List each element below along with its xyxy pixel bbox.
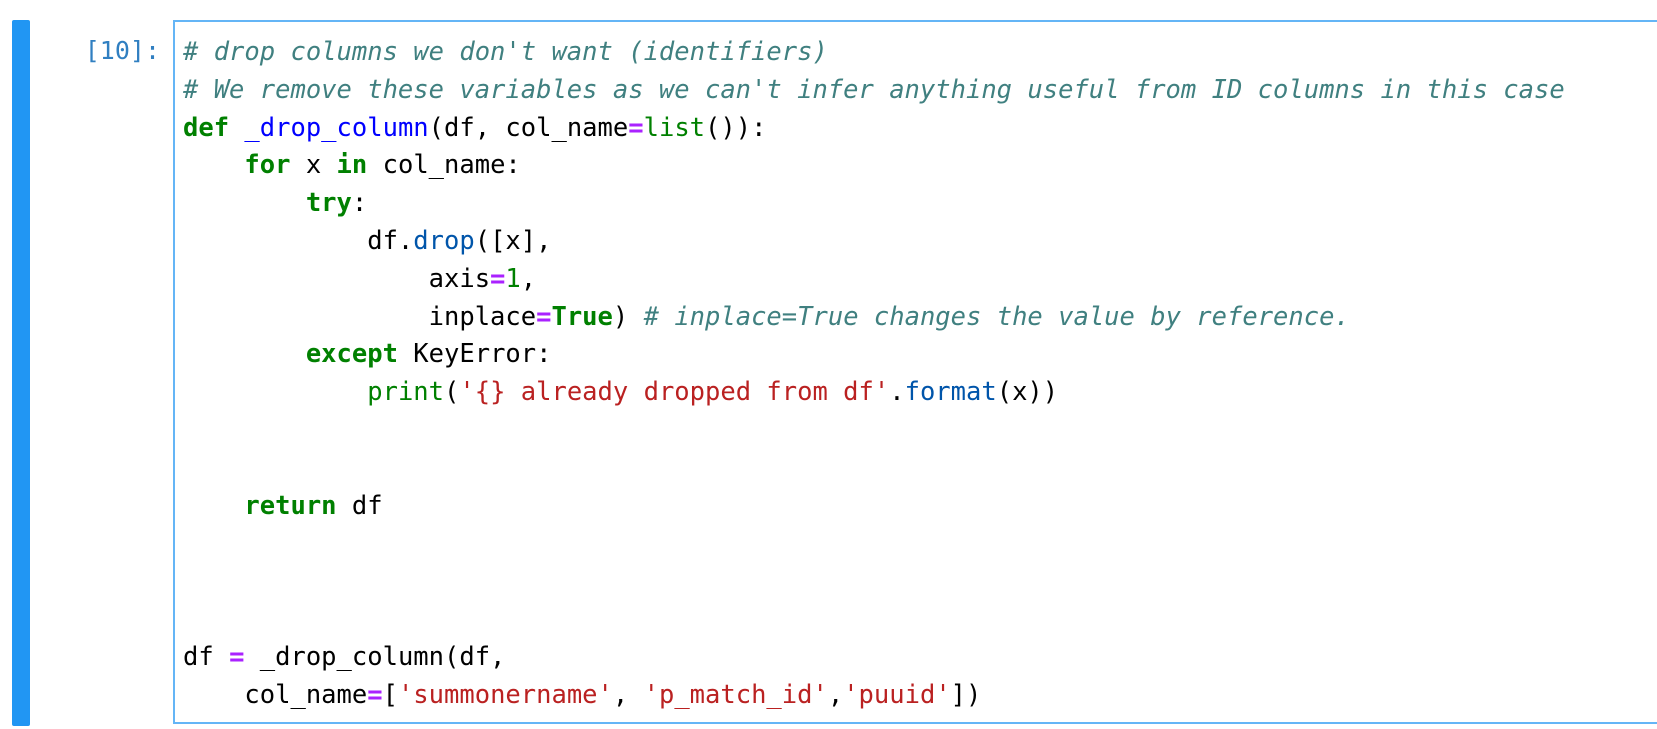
code-line: except KeyError: <box>183 336 1565 374</box>
code-line: df.drop([x], <box>183 223 1565 261</box>
code-token: 'summonername' <box>397 679 613 710</box>
code-token: x <box>290 150 337 181</box>
code-line: df = _drop_column(df, <box>183 639 1565 677</box>
code-token: 'p_match_id' <box>643 679 828 710</box>
code-token: , <box>520 263 537 294</box>
code-token: , <box>827 679 844 710</box>
code-token: df <box>336 490 383 521</box>
code-line: inplace=True) # inplace=True changes the… <box>183 299 1565 337</box>
code-token: (df, col_name <box>428 112 629 143</box>
code-token: ()): <box>705 112 767 143</box>
code-token: '{} already dropped from df' <box>459 377 890 408</box>
code-line: axis=1, <box>183 261 1565 299</box>
code-line: print('{} already dropped from df'.forma… <box>183 374 1565 412</box>
code-token: except <box>305 339 398 370</box>
code-token: _drop_column <box>244 112 429 143</box>
code-token: print <box>367 377 444 408</box>
code-token: = <box>490 263 506 294</box>
code-token: col_name: <box>367 150 521 181</box>
code-line: try: <box>183 185 1565 223</box>
code-token: # drop columns we don't want (identifier… <box>183 37 828 67</box>
code-token: inplace <box>183 301 537 332</box>
code-token: list <box>643 112 706 143</box>
code-line: col_name=['summonername', 'p_match_id','… <box>183 677 1565 715</box>
code-token: # We remove these variables as we can't … <box>183 74 1565 105</box>
code-token: = <box>536 301 552 332</box>
code-token: df. <box>183 225 414 256</box>
code-token: col_name <box>183 679 368 710</box>
code-token: . <box>889 377 905 408</box>
code-token: KeyError: <box>397 339 552 370</box>
code-token: df <box>183 641 230 672</box>
code-token: : <box>351 188 368 219</box>
code-token: _drop_column(df, <box>244 641 506 672</box>
code-line: def _drop_column(df, col_name=list()): <box>183 110 1565 148</box>
code-token: = <box>628 112 644 143</box>
code-token: format <box>904 377 997 408</box>
code-token: try <box>305 188 352 219</box>
code-token: ([x], <box>474 225 552 256</box>
code-token: for <box>244 150 291 181</box>
code-editor[interactable]: # drop columns we don't want (identifier… <box>173 20 1657 724</box>
code-token: return <box>244 490 337 521</box>
code-token: = <box>367 679 383 710</box>
code-token: ]) <box>950 679 982 710</box>
input-prompt: [10]: <box>84 36 160 65</box>
code-line: return df <box>183 488 1565 526</box>
code-token: [ <box>382 679 398 710</box>
code-token: = <box>229 641 245 672</box>
cell-collapser-bar[interactable] <box>12 20 30 726</box>
notebook-code-cell[interactable]: [10]: # drop columns we don't want (iden… <box>0 0 1657 729</box>
code-token: # inplace=True changes the value by refe… <box>643 301 1350 332</box>
code-line: for x in col_name: <box>183 147 1565 185</box>
code-token: (x)) <box>996 377 1059 408</box>
code-token: 'puuid' <box>843 679 951 710</box>
code-token: ( <box>444 377 460 408</box>
code-token: drop <box>413 225 475 256</box>
code-content[interactable]: # drop columns we don't want (identifier… <box>183 34 1565 714</box>
code-token: True <box>551 301 613 332</box>
code-token: 1 <box>505 263 521 294</box>
code-token: axis <box>183 263 491 294</box>
code-token: , <box>612 679 644 710</box>
code-token: in <box>336 150 368 181</box>
code-token: def <box>183 112 230 143</box>
code-line: # drop columns we don't want (identifier… <box>183 34 1565 72</box>
code-line: # We remove these variables as we can't … <box>183 72 1565 110</box>
code-token: ) <box>612 301 644 332</box>
